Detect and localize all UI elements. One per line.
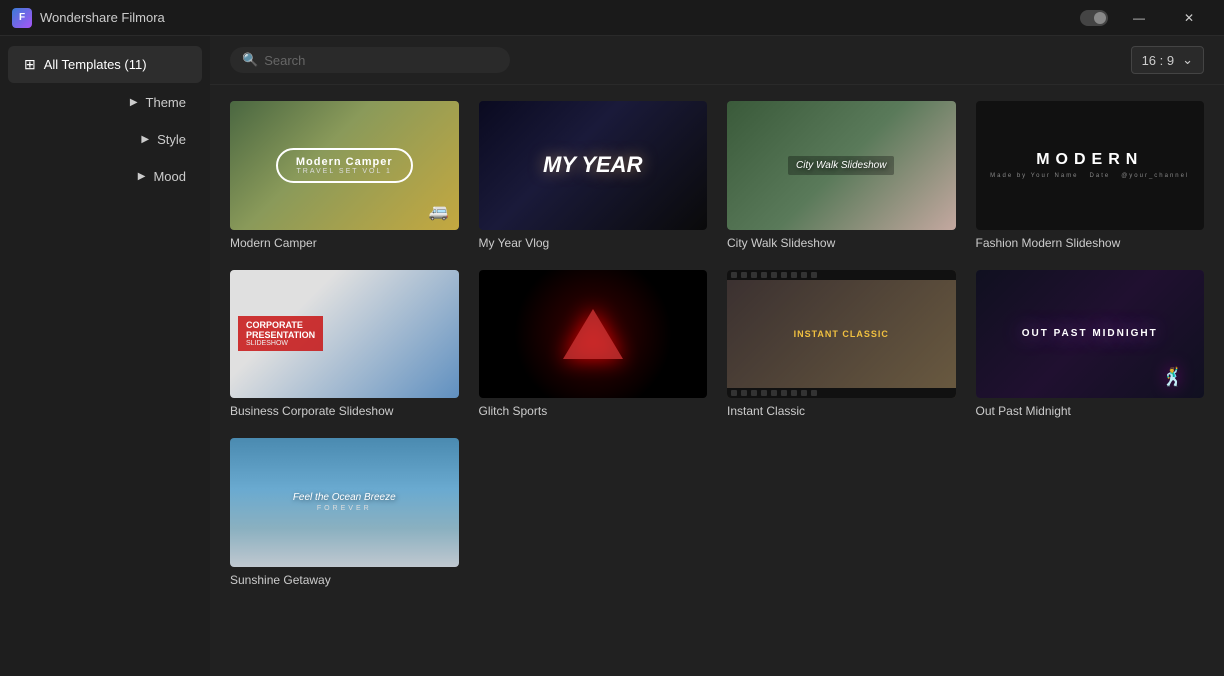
template-card-sunshine-getaway[interactable]: Feel the Ocean Breeze FOREVER Sunshine G…: [230, 438, 459, 587]
template-thumb-business-corporate: CORPORATE PRESENTATION SLIDESHOW: [230, 270, 459, 399]
sidebar-item-mood[interactable]: ▶ Mood: [8, 159, 202, 194]
app-title: Wondershare Filmora: [40, 10, 165, 25]
theme-arrow: ▶: [130, 97, 138, 108]
template-card-business-corporate[interactable]: CORPORATE PRESENTATION SLIDESHOW Busines…: [230, 270, 459, 419]
style-arrow: ▶: [141, 134, 149, 145]
instant-classic-text: INSTANT CLASSIC: [794, 329, 889, 339]
template-name-out-past-midnight: Out Past Midnight: [976, 404, 1205, 418]
template-thumb-my-year-vlog: MY YEAR: [479, 101, 708, 230]
template-thumb-fashion-modern: MODERN Made by Your Name Date @your_chan…: [976, 101, 1205, 230]
titlebar-left: F Wondershare Filmora: [12, 8, 165, 28]
app-logo: F: [12, 8, 32, 28]
film-strip-bottom: [727, 388, 956, 398]
search-icon: 🔍: [242, 52, 258, 68]
aspect-ratio-value: 16 : 9: [1142, 53, 1175, 68]
close-button[interactable]: ✕: [1166, 3, 1212, 33]
template-thumb-out-past-midnight: OUT PAST MIDNIGHT 🕺: [976, 270, 1205, 399]
minimize-button[interactable]: —: [1116, 3, 1162, 33]
template-card-my-year-vlog[interactable]: MY YEAR My Year Vlog: [479, 101, 708, 250]
mood-arrow: ▶: [138, 171, 146, 182]
sidebar-item-theme[interactable]: ▶ Theme: [8, 85, 202, 120]
template-thumb-glitch-sports: [479, 270, 708, 399]
theme-label: Theme: [146, 95, 186, 110]
sunshine-text: Feel the Ocean Breeze: [293, 492, 396, 503]
template-card-out-past-midnight[interactable]: OUT PAST MIDNIGHT 🕺 Out Past Midnight: [976, 270, 1205, 419]
template-thumb-modern-camper: Modern Camper TRAVEL SET VOL 1 🚐: [230, 101, 459, 230]
sidebar-item-all-templates[interactable]: ⊞ All Templates (11): [8, 46, 202, 83]
template-thumb-sunshine-getaway: Feel the Ocean Breeze FOREVER: [230, 438, 459, 567]
template-name-instant-classic: Instant Classic: [727, 404, 956, 418]
template-card-city-walk[interactable]: City Walk Slideshow City Walk Slideshow: [727, 101, 956, 250]
template-name-city-walk: City Walk Slideshow: [727, 236, 956, 250]
template-name-my-year-vlog: My Year Vlog: [479, 236, 708, 250]
search-box[interactable]: 🔍: [230, 47, 510, 73]
style-label: Style: [157, 132, 186, 147]
template-thumb-city-walk: City Walk Slideshow: [727, 101, 956, 230]
sidebar-item-style[interactable]: ▶ Style: [8, 122, 202, 157]
sidebar: ⊞ All Templates (11) ▶ Theme ▶ Style ▶ M…: [0, 36, 210, 676]
app-body: ⊞ All Templates (11) ▶ Theme ▶ Style ▶ M…: [0, 36, 1224, 676]
template-card-modern-camper[interactable]: Modern Camper TRAVEL SET VOL 1 🚐 Modern …: [230, 101, 459, 250]
template-grid: Modern Camper TRAVEL SET VOL 1 🚐 Modern …: [210, 85, 1224, 676]
template-name-glitch-sports: Glitch Sports: [479, 404, 708, 418]
template-name-business-corporate: Business Corporate Slideshow: [230, 404, 459, 418]
triangle-shape: [563, 309, 623, 359]
titlebar-controls: — ✕: [1116, 3, 1212, 33]
search-input[interactable]: [264, 53, 498, 68]
template-card-instant-classic[interactable]: INSTANT CLASSIC Instant Classic: [727, 270, 956, 419]
main-content: 🔍 16 : 9 ⌄ Modern Camper TRAVEL SET VOL …: [210, 36, 1224, 676]
outpast-text: OUT PAST MIDNIGHT: [1022, 328, 1158, 339]
template-thumb-instant-classic: INSTANT CLASSIC: [727, 270, 956, 399]
template-name-modern-camper: Modern Camper: [230, 236, 459, 250]
dancer-icon: 🕺: [1162, 367, 1184, 388]
template-card-fashion-modern[interactable]: MODERN Made by Your Name Date @your_chan…: [976, 101, 1205, 250]
template-card-glitch-sports[interactable]: Glitch Sports: [479, 270, 708, 419]
all-templates-label: All Templates (11): [44, 57, 147, 72]
aspect-ratio-dropdown[interactable]: 16 : 9 ⌄: [1131, 46, 1204, 74]
template-name-fashion-modern: Fashion Modern Slideshow: [976, 236, 1205, 250]
template-name-sunshine-getaway: Sunshine Getaway: [230, 573, 459, 587]
sunshine-sub: FOREVER: [317, 505, 372, 512]
film-strip-top: [727, 270, 956, 280]
templates-icon: ⊞: [24, 56, 36, 73]
theme-toggle[interactable]: [1080, 10, 1108, 26]
toolbar: 🔍 16 : 9 ⌄: [210, 36, 1224, 85]
mood-label: Mood: [153, 169, 186, 184]
chevron-down-icon: ⌄: [1182, 52, 1193, 68]
theme-toggle-dot: [1094, 12, 1106, 24]
titlebar: F Wondershare Filmora — ✕: [0, 0, 1224, 36]
